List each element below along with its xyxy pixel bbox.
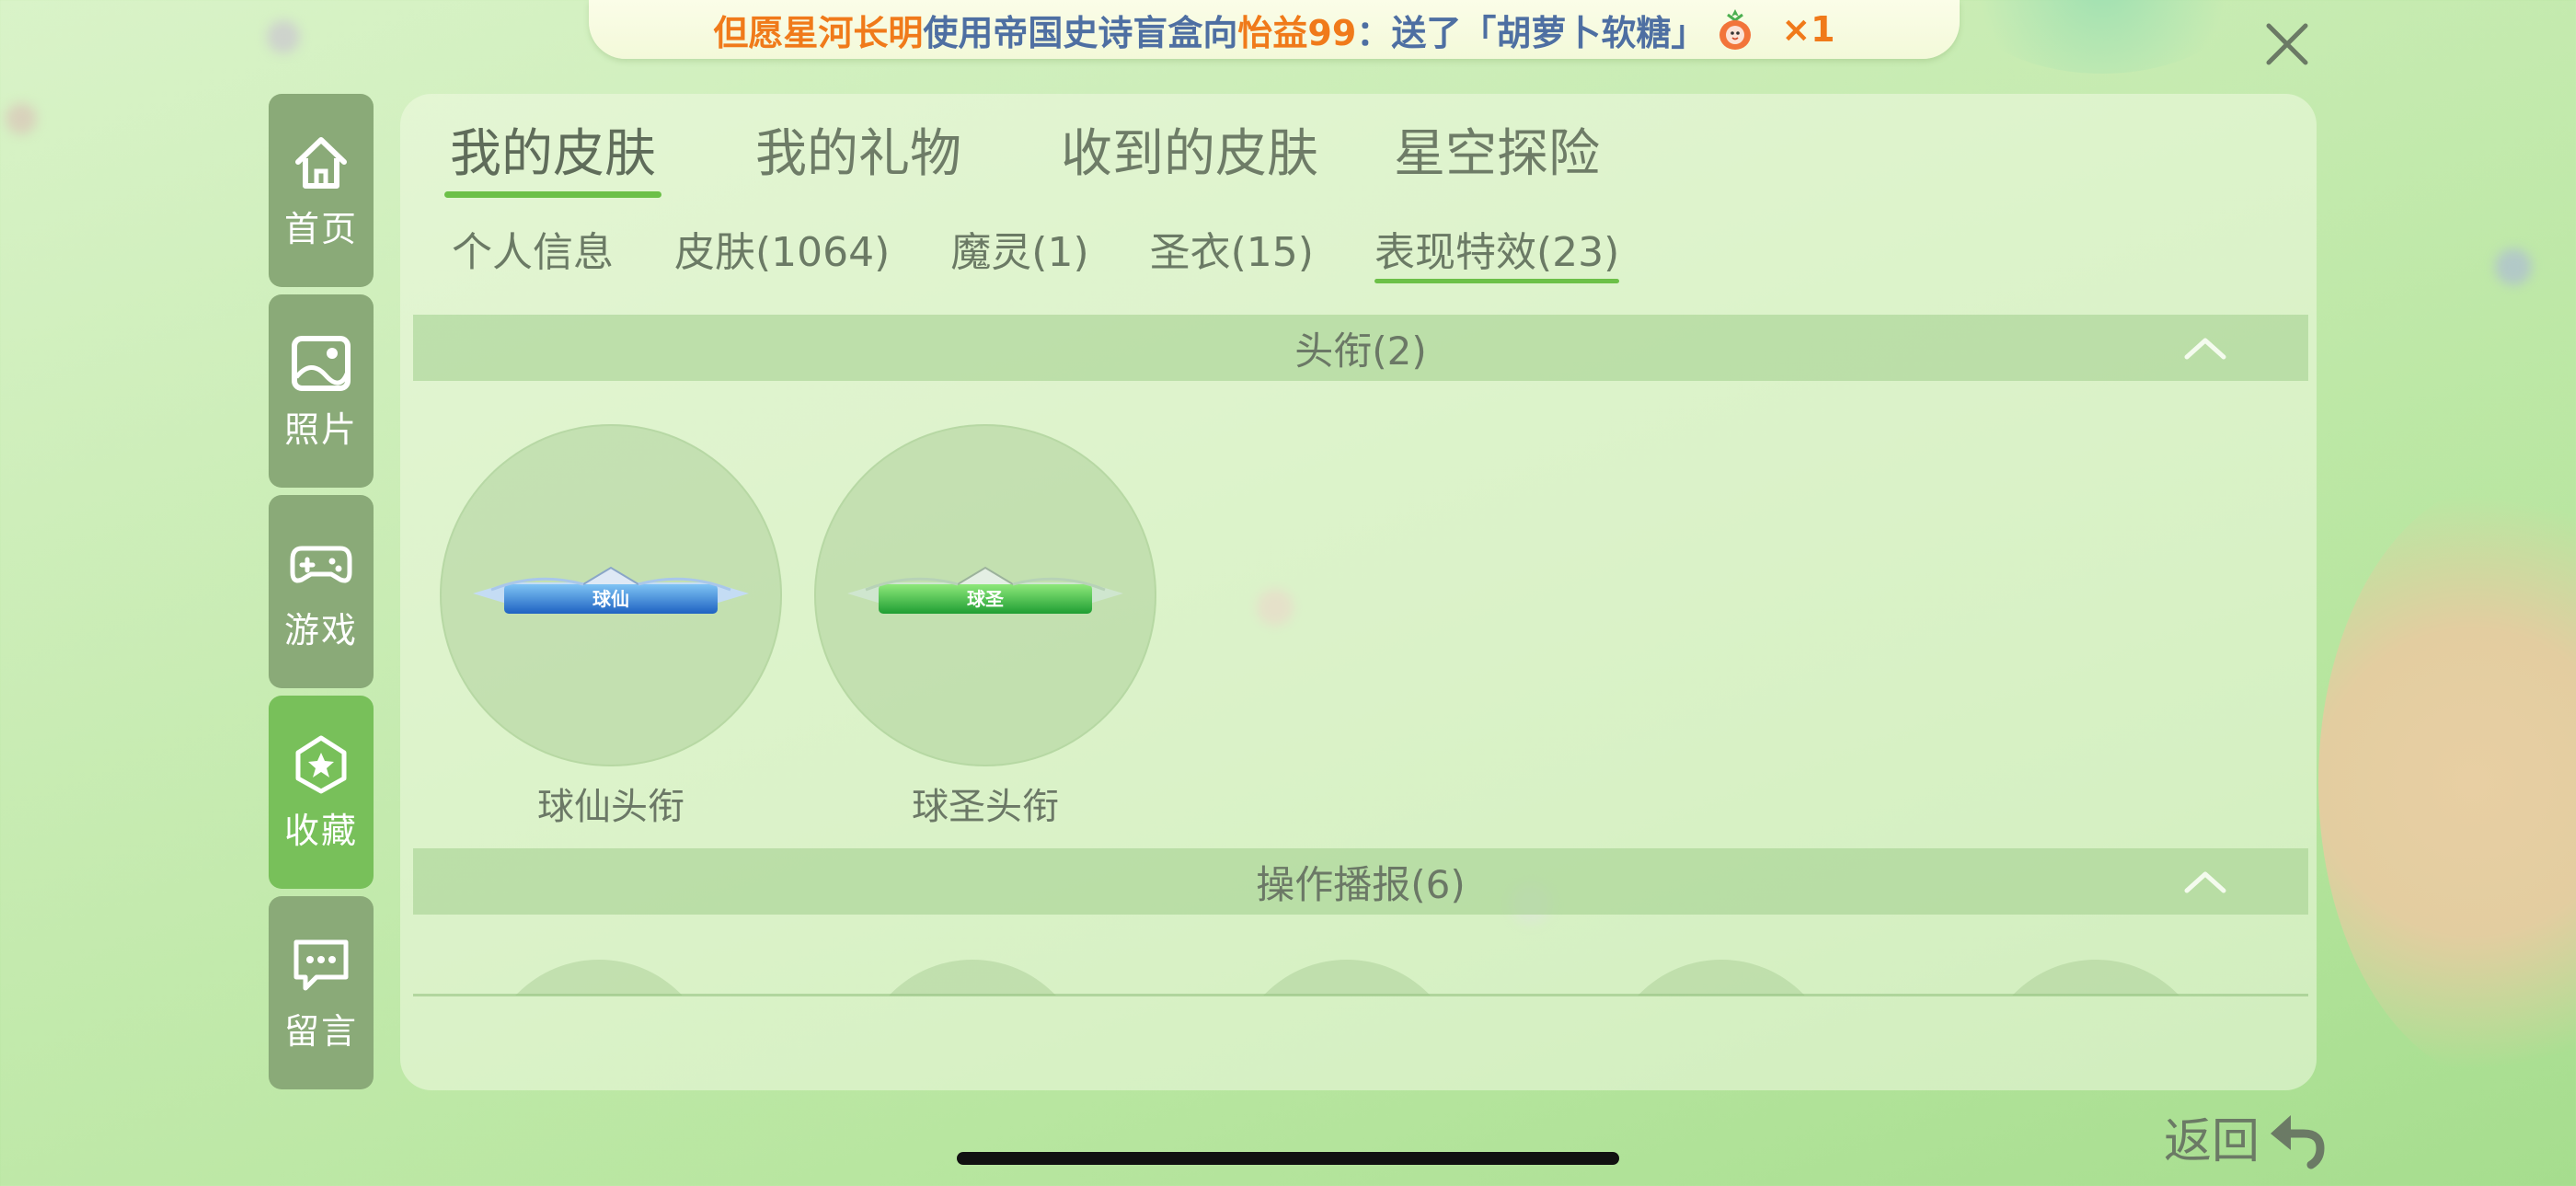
sidebar-item-favorites[interactable]: 收藏 xyxy=(269,696,374,889)
title-badge-green: 球圣 xyxy=(847,566,1123,614)
sidebar: 首页 照片 游戏 收藏 留言 xyxy=(269,94,374,1097)
sidebar-item-label: 收藏 xyxy=(283,810,358,851)
sidebar-item-home[interactable]: 首页 xyxy=(269,94,374,287)
home-icon xyxy=(295,136,347,189)
title-item-qiusheng[interactable]: 球圣 xyxy=(814,424,1156,766)
chevron-up-icon[interactable] xyxy=(2183,331,2227,364)
sidebar-item-label: 照片 xyxy=(283,409,358,450)
background-dot xyxy=(267,20,300,53)
title-item-qiuxian[interactable]: 球仙 xyxy=(440,424,782,766)
title-item-label: 球圣头衔 xyxy=(912,786,1059,828)
close-icon xyxy=(2266,23,2308,65)
background-dot xyxy=(6,103,37,134)
section-title: 头衔(2) xyxy=(1294,328,1427,374)
title-badge-text: 球圣 xyxy=(967,588,1005,610)
gamepad-icon xyxy=(290,546,352,582)
sidebar-item-messages[interactable]: 留言 xyxy=(269,896,374,1089)
subtab-spirits[interactable]: 魔灵(1) xyxy=(950,219,1088,278)
message-icon xyxy=(293,939,349,990)
chevron-up-icon[interactable] xyxy=(2183,865,2227,898)
section-header-titles[interactable]: 头衔(2) xyxy=(413,315,2308,381)
receiver-name: 怡益99 xyxy=(1237,12,1357,53)
gift-broadcast-banner: 但愿星河长明 使用帝国史诗盲盒向 怡益99 ：送了「胡萝卜软糖」 ×1 xyxy=(589,0,1960,59)
subtab-armor[interactable]: 圣衣(15) xyxy=(1150,219,1314,278)
tab-star-adventure[interactable]: 星空探险 xyxy=(1394,112,1600,187)
back-button[interactable]: 返回 xyxy=(2164,1102,2329,1171)
broadcast-item[interactable] xyxy=(1606,960,1836,996)
broadcast-text: 使用帝国史诗盲盒向 xyxy=(923,12,1238,53)
home-indicator[interactable] xyxy=(957,1152,1619,1165)
carrot-candy-icon xyxy=(1715,7,1755,52)
close-button[interactable] xyxy=(2263,20,2311,68)
section-header-broadcast[interactable]: 操作播报(6) xyxy=(413,848,2308,915)
back-arrow-icon xyxy=(2271,1114,2325,1169)
sub-tab-bar: 个人信息 皮肤(1064) 魔灵(1) 圣衣(15) 表现特效(23) xyxy=(452,219,1680,283)
sidebar-item-label: 留言 xyxy=(283,1010,358,1052)
broadcast-item[interactable] xyxy=(1232,960,1462,996)
broadcast-item[interactable] xyxy=(484,960,714,996)
background-blob xyxy=(2318,478,2576,1086)
star-badge-icon xyxy=(295,735,347,793)
title-badge-blue: 球仙 xyxy=(473,566,749,614)
sidebar-item-games[interactable]: 游戏 xyxy=(269,495,374,688)
back-label: 返回 xyxy=(2164,1114,2260,1169)
divider xyxy=(413,994,2308,996)
broadcast-item[interactable] xyxy=(1981,960,2211,996)
broadcast-item[interactable] xyxy=(857,960,1087,996)
subtab-effects[interactable]: 表现特效(23) xyxy=(1374,219,1620,283)
broadcast-text: ：送了「胡萝卜软糖」 xyxy=(1356,12,1707,53)
title-badge-text: 球仙 xyxy=(592,588,629,610)
sidebar-item-photos[interactable]: 照片 xyxy=(269,294,374,488)
sidebar-item-label: 首页 xyxy=(283,208,358,249)
subtab-skins[interactable]: 皮肤(1064) xyxy=(674,219,890,278)
sidebar-item-label: 游戏 xyxy=(283,609,358,651)
background-blob xyxy=(1950,0,2254,74)
section-title: 操作播报(6) xyxy=(1256,861,1466,907)
subtab-profile[interactable]: 个人信息 xyxy=(452,219,614,278)
tab-my-gifts[interactable]: 我的礼物 xyxy=(755,112,961,187)
tab-my-skins[interactable]: 我的皮肤 xyxy=(444,112,661,198)
content-panel: 我的皮肤 我的礼物 收到的皮肤 星空探险 个人信息 皮肤(1064) 魔灵(1)… xyxy=(400,94,2317,1090)
tab-received-skins[interactable]: 收到的皮肤 xyxy=(1061,112,1318,187)
sender-name: 但愿星河长明 xyxy=(713,12,924,53)
title-item-label: 球仙头衔 xyxy=(537,786,684,828)
main-tab-bar: 我的皮肤 我的礼物 收到的皮肤 星空探险 xyxy=(444,112,1699,198)
photo-icon xyxy=(292,335,351,391)
background-dot xyxy=(2495,248,2532,285)
gift-count: ×1 xyxy=(1781,9,1835,50)
broadcast-items-partial xyxy=(413,954,2308,996)
